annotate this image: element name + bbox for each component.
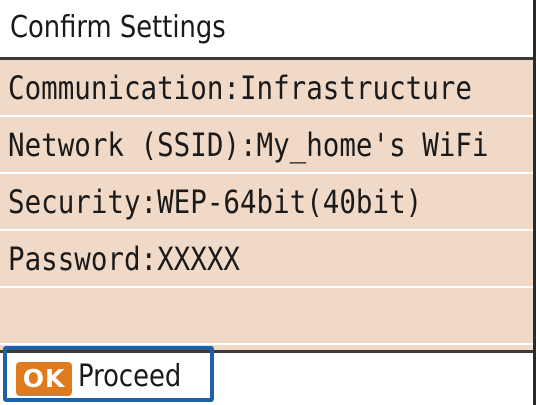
setting-password-text: Password:XXXXX: [8, 240, 240, 278]
title-bar: Confirm Settings: [0, 0, 533, 60]
ok-button-icon: OK: [16, 362, 72, 396]
setting-row-security: Security:WEP-64bit(40bit): [0, 174, 533, 231]
proceed-button[interactable]: OK Proceed: [3, 346, 214, 402]
setting-row-communication: Communication:Infrastructure: [0, 60, 533, 117]
setting-row-network-ssid: Network (SSID):My_home's WiFi: [0, 117, 533, 174]
setting-communication-text: Communication:Infrastructure: [8, 69, 472, 107]
proceed-label: Proceed: [78, 359, 182, 394]
setting-network-ssid-text: Network (SSID):My_home's WiFi: [8, 126, 489, 164]
page-title: Confirm Settings: [10, 10, 226, 45]
confirm-settings-screen: Confirm Settings Communication:Infrastru…: [0, 0, 536, 405]
setting-security-text: Security:WEP-64bit(40bit): [8, 183, 423, 221]
setting-row-password: Password:XXXXX: [0, 231, 533, 288]
setting-row-empty: [0, 288, 533, 345]
settings-list: Communication:Infrastructure Network (SS…: [0, 60, 533, 350]
